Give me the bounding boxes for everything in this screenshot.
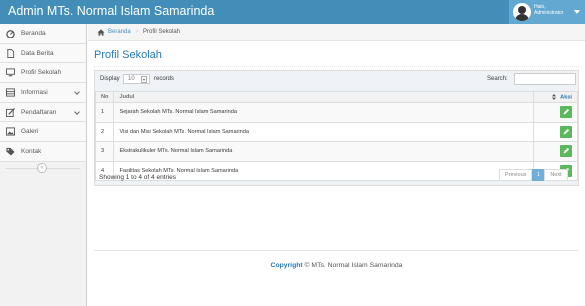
search-label: Search: (487, 76, 508, 82)
row-judul: Sejarah Sekolah MTs. Normal Islam Samari… (113, 102, 534, 123)
edit-button[interactable] (560, 125, 572, 138)
column-header-judul-label: Judul (119, 94, 135, 100)
row-judul: Ekstrakulikuler MTs. Normal Islam Samari… (113, 141, 534, 162)
file-icon (7, 48, 15, 58)
next-page-button[interactable]: Next (544, 169, 568, 181)
breadcrumb-separator: › (136, 29, 138, 35)
footer: Copyright © MTs. Normal Islam Samarinda (0, 262, 585, 269)
page-title: Profil Sekolah (94, 49, 162, 61)
column-header-aksi: Aksi (533, 91, 578, 103)
search-input[interactable] (514, 73, 576, 85)
pencil-icon (563, 148, 570, 154)
sidebar-item-pendaftaran[interactable]: Pendaftaran (0, 102, 86, 123)
table-info: Showing 1 to 4 of 4 entries (99, 174, 176, 181)
sidebar-item-galeri[interactable]: Galeri (0, 122, 86, 143)
sidebar-item-label: Pendaftaran (21, 108, 57, 116)
user-name: Administrator (534, 10, 564, 16)
top-navbar: Admin MTs. Normal Islam Samarinda Halo, … (0, 0, 585, 24)
user-menu[interactable]: Halo, Administrator (509, 0, 585, 24)
page-1-button[interactable]: 1 (532, 169, 545, 181)
records-label: records (154, 76, 175, 82)
breadcrumb-current: Profil Sekolah (143, 29, 181, 35)
sidebar-item-kontak[interactable]: Kontak (0, 142, 86, 162)
copyright-label: Copyright (270, 262, 303, 269)
home-icon (97, 29, 105, 36)
dropdown-arrow-icon (141, 76, 147, 83)
user-avatar-icon (513, 3, 531, 21)
user-label: Halo, Administrator (534, 4, 563, 16)
desktop-icon (6, 68, 15, 77)
data-table-wrapper: Display 10 records Search: No Judul Aksi… (94, 70, 579, 186)
caret-down-icon (574, 10, 580, 14)
sidebar-collapse: « (0, 162, 86, 174)
display-label: Display (100, 76, 120, 82)
row-actions (533, 102, 578, 123)
divider (94, 66, 579, 67)
tag-icon (6, 148, 15, 156)
row-number: 2 (94, 121, 115, 142)
chevron-down-icon (74, 108, 80, 115)
row-actions (533, 141, 578, 162)
app-title[interactable]: Admin MTs. Normal Islam Samarinda (8, 4, 214, 18)
divider (94, 250, 579, 251)
sidebar-item-label: Beranda (21, 30, 46, 37)
row-judul: Visi dan Misi Sekolah MTs. Normal Islam … (113, 121, 534, 142)
list-icon (6, 88, 15, 97)
breadcrumb-home-link[interactable]: Beranda (108, 29, 131, 35)
sidebar-item-label: Data Berita (21, 49, 54, 57)
sidebar-item-data-berita[interactable]: Data Berita (0, 43, 86, 64)
edit-button[interactable] (560, 106, 572, 119)
picture-icon (6, 127, 15, 136)
row-number: 3 (94, 141, 115, 162)
table-row: 1 Sejarah Sekolah MTs. Normal Islam Sama… (94, 102, 578, 123)
table-row: 3 Ekstrakulikuler MTs. Normal Islam Sama… (94, 141, 578, 162)
sort-icon[interactable] (552, 93, 557, 100)
table-header-row: No Judul Aksi (94, 91, 578, 103)
dashboard-icon (6, 30, 15, 38)
footer-text: © MTs. Normal Islam Samarinda (304, 262, 403, 269)
profil-table: No Judul Aksi 1 Sejarah Sekolah MTs. Nor… (94, 91, 578, 181)
breadcrumb: Beranda › Profil Sekolah (88, 24, 585, 41)
pencil-icon (563, 128, 570, 135)
column-header-no[interactable]: No (94, 91, 115, 103)
sidebar-item-label: Kontak (21, 148, 42, 156)
sidebar-item-profil-sekolah[interactable]: Profil Sekolah (0, 63, 86, 84)
records-per-page-value: 10 (128, 76, 135, 82)
records-per-page-select[interactable]: 10 (123, 74, 150, 84)
pagination: Previous 1 Next (499, 169, 568, 181)
row-judul: Fasilitas Sekolah MTs. Normal Islam Sama… (113, 160, 534, 181)
edit-button[interactable] (560, 145, 572, 158)
collapse-sidebar-button[interactable]: « (37, 162, 47, 173)
sidebar-item-beranda[interactable]: Beranda (0, 24, 86, 44)
column-header-judul[interactable]: Judul (113, 91, 534, 103)
sidebar-item-informasi[interactable]: Informasi (0, 83, 86, 103)
row-actions (533, 121, 578, 142)
column-header-aksi-label: Aksi (560, 94, 572, 101)
chevron-down-icon (74, 89, 80, 95)
sidebar-item-label: Informasi (21, 89, 48, 97)
sidebar-item-label: Galeri (21, 128, 39, 136)
table-row: 2 Visi dan Misi Sekolah MTs. Normal Isla… (94, 121, 578, 142)
row-number: 1 (94, 102, 115, 123)
sidebar-item-label: Profil Sekolah (21, 69, 62, 77)
edit-icon (6, 107, 15, 117)
pencil-icon (563, 109, 570, 115)
previous-page-button[interactable]: Previous (499, 169, 533, 181)
